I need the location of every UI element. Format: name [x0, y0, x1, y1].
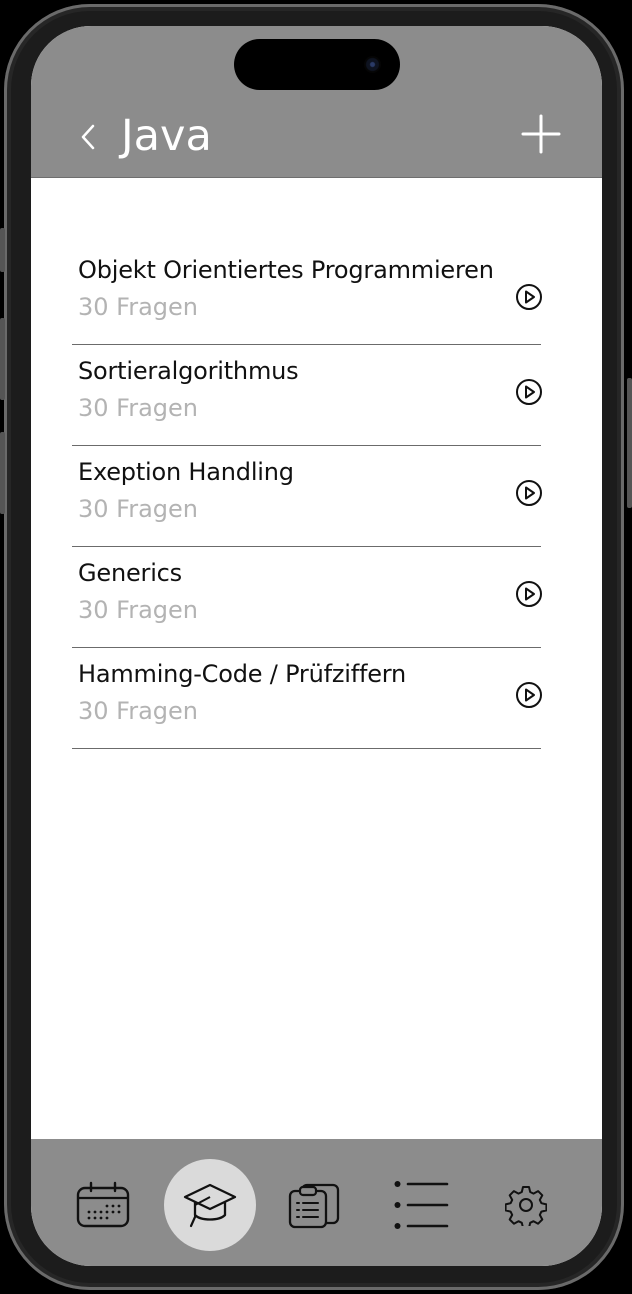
tab-cards[interactable]	[269, 1159, 361, 1251]
tab-calendar[interactable]	[57, 1159, 149, 1251]
play-circle-icon	[516, 379, 542, 405]
list-item[interactable]: Exeption Handling 30 Fragen	[72, 446, 543, 547]
side-button	[0, 228, 5, 272]
back-button[interactable]	[77, 120, 99, 154]
item-question-count: 30 Fragen	[78, 697, 199, 725]
bottom-tab-bar	[31, 1139, 602, 1266]
play-button[interactable]	[515, 681, 543, 709]
tab-list[interactable]	[376, 1159, 468, 1251]
item-title: Objekt Orientiertes Programmieren	[78, 256, 494, 284]
chevron-left-icon	[81, 124, 95, 150]
play-button[interactable]	[515, 479, 543, 507]
side-button	[0, 318, 5, 400]
play-button[interactable]	[515, 283, 543, 311]
topic-list: Objekt Orientiertes Programmieren 30 Fra…	[72, 244, 543, 749]
clipboard-list-icon	[288, 1183, 340, 1229]
play-circle-icon	[516, 682, 542, 708]
tab-settings[interactable]	[480, 1159, 572, 1251]
play-circle-icon	[516, 284, 542, 310]
play-button[interactable]	[515, 580, 543, 608]
list-item[interactable]: Objekt Orientiertes Programmieren 30 Fra…	[72, 244, 543, 345]
screen: Java Objekt Orientiertes Programmieren 3…	[31, 26, 602, 1266]
item-title: Generics	[78, 559, 182, 587]
item-title: Sortieralgorithmus	[78, 357, 299, 385]
play-circle-icon	[516, 480, 542, 506]
header-bar: Java	[31, 26, 602, 178]
side-button	[627, 378, 632, 508]
item-question-count: 30 Fragen	[78, 495, 199, 523]
calendar-icon	[76, 1181, 130, 1228]
camera-icon	[364, 56, 381, 73]
item-title: Exeption Handling	[78, 458, 294, 486]
list-item[interactable]: Generics 30 Fragen	[72, 547, 543, 648]
tab-learning[interactable]	[164, 1159, 256, 1251]
dynamic-island	[234, 39, 400, 90]
gear-icon	[505, 1186, 547, 1226]
bullet-list-icon	[394, 1181, 449, 1229]
page-title: Java	[121, 111, 212, 161]
plus-icon	[521, 114, 561, 154]
side-button	[0, 432, 5, 514]
item-question-count: 30 Fragen	[78, 293, 199, 321]
add-button[interactable]	[521, 114, 561, 154]
graduation-cap-icon	[183, 1183, 237, 1228]
list-item[interactable]: Sortieralgorithmus 30 Fragen	[72, 345, 543, 446]
play-button[interactable]	[515, 378, 543, 406]
item-title: Hamming-Code / Prüfziffern	[78, 660, 407, 688]
play-circle-icon	[516, 581, 542, 607]
item-question-count: 30 Fragen	[78, 596, 199, 624]
list-item[interactable]: Hamming-Code / Prüfziffern 30 Fragen	[72, 648, 543, 749]
item-question-count: 30 Fragen	[78, 394, 199, 422]
